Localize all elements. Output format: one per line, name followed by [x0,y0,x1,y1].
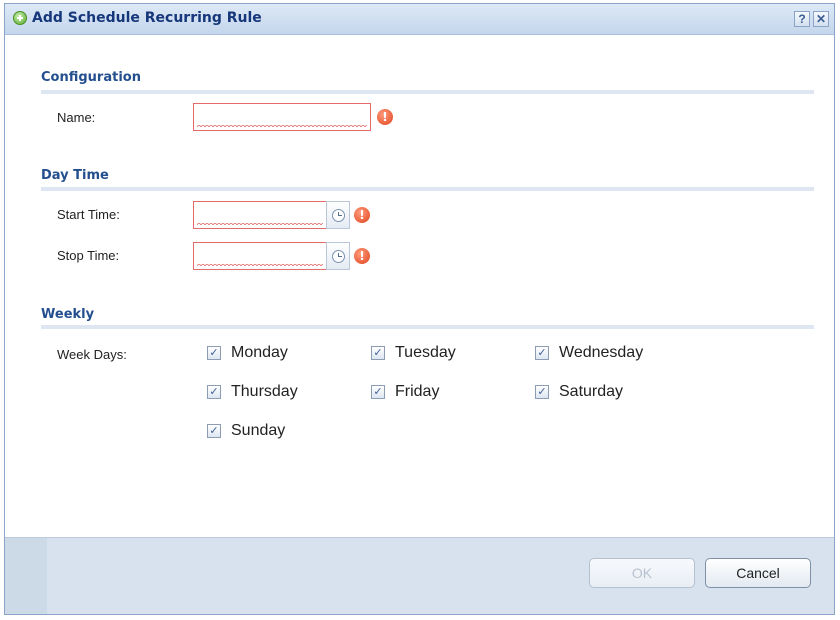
day-label-thursday[interactable]: Thursday [231,383,298,401]
checkbox-tuesday[interactable]: ✓ [371,346,385,360]
section-divider [41,187,814,191]
clock-icon [332,250,345,263]
day-label-tuesday[interactable]: Tuesday [395,344,456,362]
section-divider [41,325,814,329]
checkbox-friday[interactable]: ✓ [371,385,385,399]
help-icon[interactable]: ? [794,11,810,27]
clock-icon [332,209,345,222]
stop-time-label: Stop Time: [57,248,120,263]
warning-icon: ! [377,109,393,125]
ok-button[interactable]: OK [589,558,695,588]
name-label: Name: [57,110,96,125]
day-label-sunday[interactable]: Sunday [231,422,285,440]
cancel-button[interactable]: Cancel [705,558,811,588]
day-label-friday[interactable]: Friday [395,383,439,401]
day-label-saturday[interactable]: Saturday [559,383,623,401]
section-title-weekly: Weekly [41,307,95,322]
name-input[interactable] [193,103,371,131]
add-circle-icon [13,11,27,25]
checkbox-saturday[interactable]: ✓ [535,385,549,399]
week-days-label: Week Days: [57,347,127,362]
checkbox-thursday[interactable]: ✓ [207,385,221,399]
stop-time-input[interactable] [193,242,327,270]
warning-icon: ! [354,207,370,223]
start-time-input[interactable] [193,201,327,229]
close-icon[interactable]: ✕ [813,11,829,27]
section-title-day-time: Day Time [41,168,109,183]
warning-icon: ! [354,248,370,264]
checkbox-wednesday[interactable]: ✓ [535,346,549,360]
dialog-title-bar[interactable]: Add Schedule Recurring Rule ? ✕ [5,4,834,35]
checkbox-monday[interactable]: ✓ [207,346,221,360]
day-label-monday[interactable]: Monday [231,344,288,362]
footer-side-panel [5,538,47,614]
add-schedule-recurring-rule-dialog: Add Schedule Recurring Rule ? ✕ Configur… [4,3,835,615]
section-title-configuration: Configuration [41,70,141,85]
day-label-wednesday[interactable]: Wednesday [559,344,643,362]
stop-time-picker-button[interactable] [326,242,350,270]
start-time-label: Start Time: [57,207,120,222]
dialog-footer: OK Cancel [5,537,834,614]
start-time-picker-button[interactable] [326,201,350,229]
checkbox-sunday[interactable]: ✓ [207,424,221,438]
dialog-title: Add Schedule Recurring Rule [32,10,262,26]
section-divider [41,90,814,94]
